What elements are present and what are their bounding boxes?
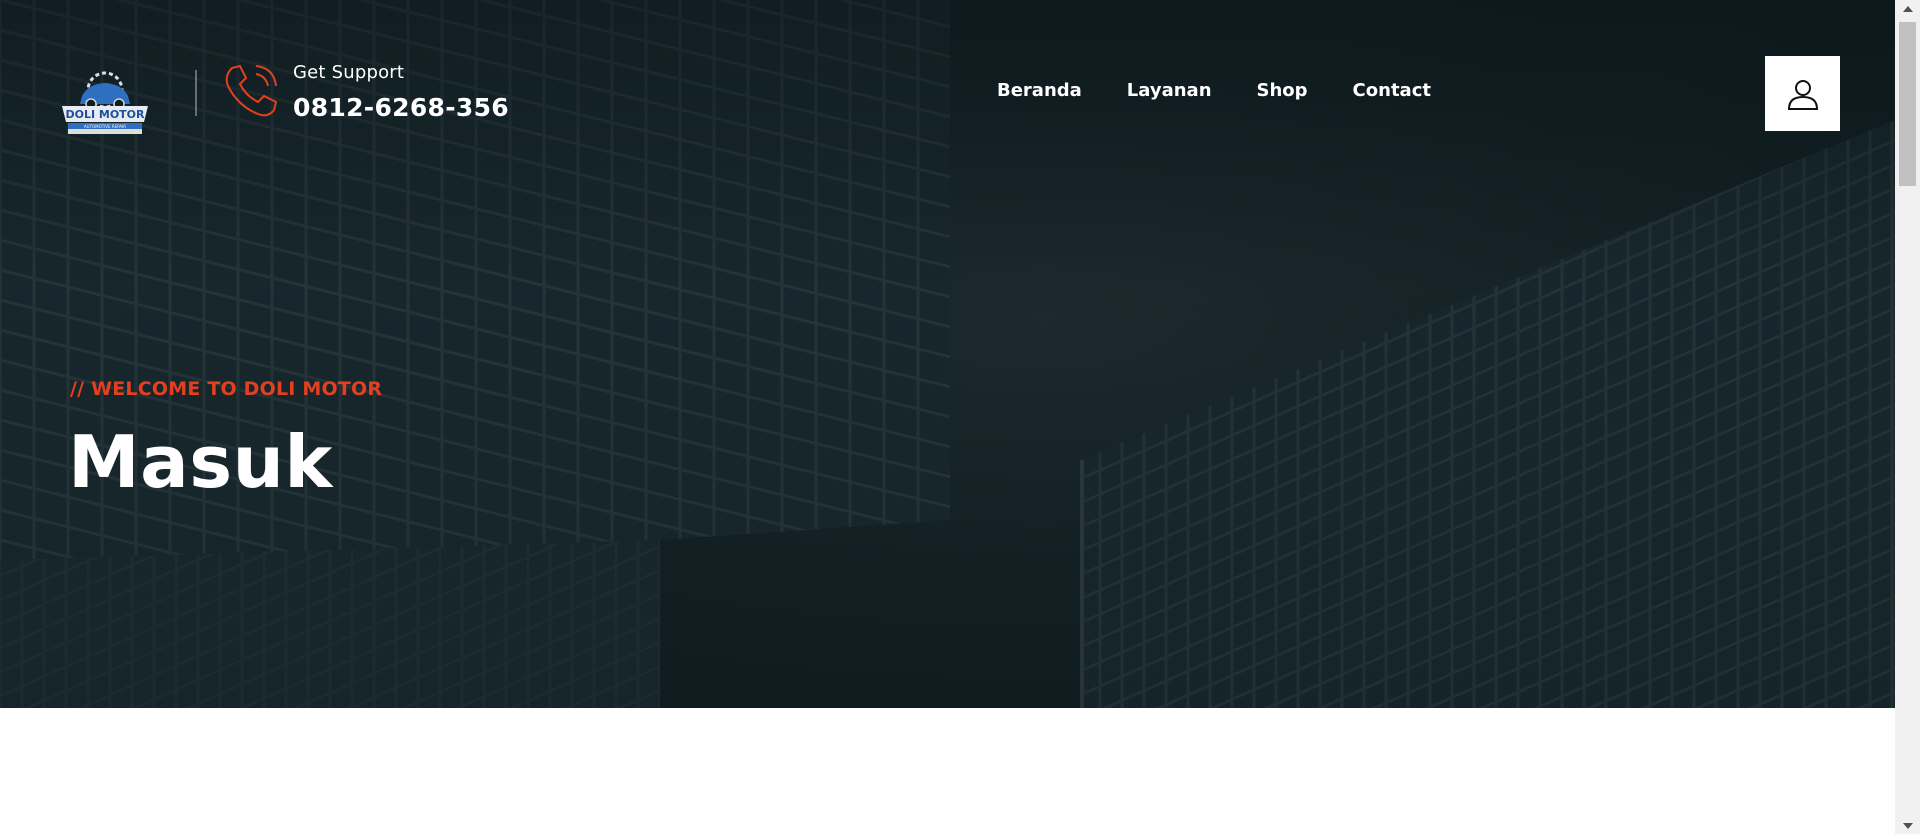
phone-ringing-icon xyxy=(222,62,280,120)
support-label: Get Support xyxy=(293,62,405,83)
nav-item-layanan[interactable]: Layanan xyxy=(1127,80,1212,101)
nav-item-beranda[interactable]: Beranda xyxy=(997,80,1082,101)
scroll-up-arrow-icon[interactable] xyxy=(1895,0,1920,17)
logo-tagline: AUTOMOTIVE REPAIR xyxy=(84,124,126,129)
doli-motor-logo-icon: DOLI MOTOR AUTOMOTIVE REPAIR xyxy=(62,71,148,134)
header-divider xyxy=(195,70,197,116)
vertical-scrollbar[interactable] xyxy=(1895,0,1920,834)
site-logo[interactable]: DOLI MOTOR AUTOMOTIVE REPAIR xyxy=(58,66,152,136)
hero-eyebrow: // WELCOME TO DOLI MOTOR xyxy=(70,378,383,400)
scroll-down-arrow-icon[interactable] xyxy=(1895,817,1920,834)
hero-overlay xyxy=(0,0,1895,708)
scrollbar-thumb[interactable] xyxy=(1899,22,1916,186)
user-icon xyxy=(1787,79,1818,110)
main-nav: Beranda Layanan Shop Contact xyxy=(997,80,1476,101)
page: DOLI MOTOR AUTOMOTIVE REPAIR Get Support… xyxy=(0,0,1895,834)
page-title: Masuk xyxy=(68,420,333,504)
account-button[interactable] xyxy=(1765,56,1840,131)
support-phone-number[interactable]: 0812-6268-356 xyxy=(293,93,509,122)
nav-item-shop[interactable]: Shop xyxy=(1257,80,1308,101)
hero-banner: DOLI MOTOR AUTOMOTIVE REPAIR Get Support… xyxy=(0,0,1895,708)
nav-item-contact[interactable]: Contact xyxy=(1353,80,1431,101)
logo-name: DOLI MOTOR xyxy=(65,108,145,121)
